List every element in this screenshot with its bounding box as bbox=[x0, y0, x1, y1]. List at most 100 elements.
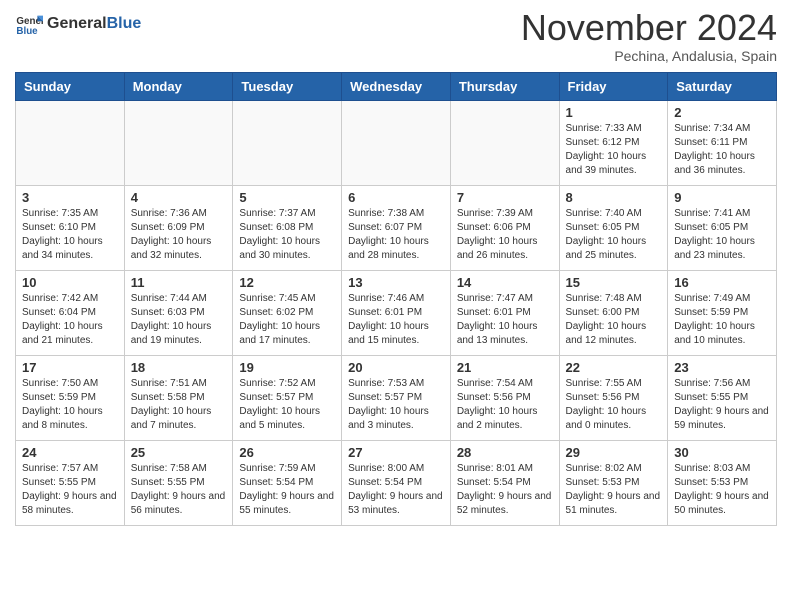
day-info: Sunrise: 7:34 AM Sunset: 6:11 PM Dayligh… bbox=[674, 122, 770, 178]
calendar-cell bbox=[342, 101, 451, 186]
day-info: Sunrise: 7:44 AM Sunset: 6:03 PM Dayligh… bbox=[131, 292, 227, 348]
calendar-cell: 27 Sunrise: 8:00 AM Sunset: 5:54 PM Dayli… bbox=[342, 441, 451, 526]
day-number: 30 bbox=[674, 445, 770, 460]
logo-blue: Blue bbox=[107, 15, 142, 32]
day-number: 15 bbox=[566, 275, 662, 290]
day-number: 26 bbox=[239, 445, 335, 460]
day-number: 5 bbox=[239, 190, 335, 205]
day-info: Sunrise: 7:53 AM Sunset: 5:57 PM Dayligh… bbox=[348, 377, 444, 433]
calendar-header-row: Sunday Monday Tuesday Wednesday Thursday… bbox=[16, 73, 777, 101]
calendar-cell: 25Sunrise: 7:58 AM Sunset: 5:55 PM Dayli… bbox=[124, 441, 233, 526]
day-info: Sunrise: 7:51 AM Sunset: 5:58 PM Dayligh… bbox=[131, 377, 227, 433]
day-info: Sunrise: 7:48 AM Sunset: 6:00 PM Dayligh… bbox=[566, 292, 662, 348]
day-number: 6 bbox=[348, 190, 444, 205]
day-number: 20 bbox=[348, 360, 444, 375]
calendar-cell: 3 Sunrise: 7:35 AM Sunset: 6:10 PM Daylig… bbox=[16, 186, 125, 271]
day-number: 10 bbox=[22, 275, 118, 290]
day-info: Sunrise: 8:02 AM Sunset: 5:53 PM Dayligh… bbox=[566, 462, 662, 518]
calendar-cell: 8 Sunrise: 7:40 AM Sunset: 6:05 PM Daylig… bbox=[559, 186, 668, 271]
calendar-cell: 15 Sunrise: 7:48 AM Sunset: 6:00 PM Dayli… bbox=[559, 271, 668, 356]
calendar-cell: 6 Sunrise: 7:38 AM Sunset: 6:07 PM Daylig… bbox=[342, 186, 451, 271]
day-number: 16 bbox=[674, 275, 770, 290]
calendar-cell: 5Sunrise: 7:37 AM Sunset: 6:08 PM Daylig… bbox=[233, 186, 342, 271]
day-info: Sunrise: 7:57 AM Sunset: 5:55 PM Dayligh… bbox=[22, 462, 118, 518]
day-info: Sunrise: 8:01 AM Sunset: 5:54 PM Dayligh… bbox=[457, 462, 553, 518]
calendar-cell: 20 Sunrise: 7:53 AM Sunset: 5:57 PM Dayli… bbox=[342, 356, 451, 441]
day-number: 29 bbox=[566, 445, 662, 460]
calendar-cell: 28 Sunrise: 8:01 AM Sunset: 5:54 PM Dayli… bbox=[450, 441, 559, 526]
day-info: Sunrise: 7:40 AM Sunset: 6:05 PM Dayligh… bbox=[566, 207, 662, 263]
day-info: Sunrise: 8:03 AM Sunset: 5:53 PM Dayligh… bbox=[674, 462, 770, 518]
calendar-cell: 13 Sunrise: 7:46 AM Sunset: 6:01 PM Dayli… bbox=[342, 271, 451, 356]
calendar-cell bbox=[124, 101, 233, 186]
calendar-cell: 11 Sunrise: 7:44 AM Sunset: 6:03 PM Dayli… bbox=[124, 271, 233, 356]
logo-icon: General Blue bbox=[15, 10, 43, 38]
week-row-1: 1Sunrise: 7:33 AM Sunset: 6:12 PM Daylig… bbox=[16, 101, 777, 186]
col-wednesday: Wednesday bbox=[342, 73, 451, 101]
calendar-cell: 1Sunrise: 7:33 AM Sunset: 6:12 PM Daylig… bbox=[559, 101, 668, 186]
col-thursday: Thursday bbox=[450, 73, 559, 101]
day-info: Sunrise: 7:42 AM Sunset: 6:04 PM Dayligh… bbox=[22, 292, 118, 348]
calendar-cell: 24 Sunrise: 7:57 AM Sunset: 5:55 PM Dayli… bbox=[16, 441, 125, 526]
calendar-cell: 30 Sunrise: 8:03 AM Sunset: 5:53 PM Dayli… bbox=[668, 441, 777, 526]
day-info: Sunrise: 7:33 AM Sunset: 6:12 PM Dayligh… bbox=[566, 122, 662, 178]
day-info: Sunrise: 7:46 AM Sunset: 6:01 PM Dayligh… bbox=[348, 292, 444, 348]
day-number: 9 bbox=[674, 190, 770, 205]
day-info: Sunrise: 7:50 AM Sunset: 5:59 PM Dayligh… bbox=[22, 377, 118, 433]
day-number: 3 bbox=[22, 190, 118, 205]
title-block: November 2024 Pechina, Andalusia, Spain bbox=[521, 10, 777, 64]
calendar-cell: 19Sunrise: 7:52 AM Sunset: 5:57 PM Dayli… bbox=[233, 356, 342, 441]
day-number: 11 bbox=[131, 275, 227, 290]
day-info: Sunrise: 7:47 AM Sunset: 6:01 PM Dayligh… bbox=[457, 292, 553, 348]
day-number: 8 bbox=[566, 190, 662, 205]
day-info: Sunrise: 7:36 AM Sunset: 6:09 PM Dayligh… bbox=[131, 207, 227, 263]
day-number: 13 bbox=[348, 275, 444, 290]
day-number: 17 bbox=[22, 360, 118, 375]
calendar-cell: 10 Sunrise: 7:42 AM Sunset: 6:04 PM Dayli… bbox=[16, 271, 125, 356]
day-number: 27 bbox=[348, 445, 444, 460]
day-number: 12 bbox=[239, 275, 335, 290]
calendar-cell: 12 Sunrise: 7:45 AM Sunset: 6:02 PM Dayli… bbox=[233, 271, 342, 356]
day-number: 7 bbox=[457, 190, 553, 205]
day-number: 22 bbox=[566, 360, 662, 375]
svg-text:Blue: Blue bbox=[16, 26, 38, 37]
col-sunday: Sunday bbox=[16, 73, 125, 101]
week-row-4: 17 Sunrise: 7:50 AM Sunset: 5:59 PM Dayli… bbox=[16, 356, 777, 441]
day-number: 23 bbox=[674, 360, 770, 375]
day-info: Sunrise: 7:41 AM Sunset: 6:05 PM Dayligh… bbox=[674, 207, 770, 263]
day-number: 4 bbox=[131, 190, 227, 205]
week-row-2: 3 Sunrise: 7:35 AM Sunset: 6:10 PM Daylig… bbox=[16, 186, 777, 271]
day-info: Sunrise: 7:59 AM Sunset: 5:54 PM Dayligh… bbox=[239, 462, 335, 518]
day-info: Sunrise: 7:56 AM Sunset: 5:55 PM Dayligh… bbox=[674, 377, 770, 433]
day-number: 19 bbox=[239, 360, 335, 375]
day-number: 21 bbox=[457, 360, 553, 375]
day-info: Sunrise: 7:39 AM Sunset: 6:06 PM Dayligh… bbox=[457, 207, 553, 263]
calendar-cell bbox=[450, 101, 559, 186]
day-info: Sunrise: 7:38 AM Sunset: 6:07 PM Dayligh… bbox=[348, 207, 444, 263]
day-info: Sunrise: 7:49 AM Sunset: 5:59 PM Dayligh… bbox=[674, 292, 770, 348]
calendar-cell: 17 Sunrise: 7:50 AM Sunset: 5:59 PM Dayli… bbox=[16, 356, 125, 441]
week-row-3: 10 Sunrise: 7:42 AM Sunset: 6:04 PM Dayli… bbox=[16, 271, 777, 356]
calendar-cell: 7 Sunrise: 7:39 AM Sunset: 6:06 PM Daylig… bbox=[450, 186, 559, 271]
day-number: 2 bbox=[674, 105, 770, 120]
logo-text-block: GeneralBlue bbox=[47, 15, 141, 33]
calendar-page: General Blue GeneralBlue November 2024 P… bbox=[0, 0, 792, 612]
day-info: Sunrise: 7:35 AM Sunset: 6:10 PM Dayligh… bbox=[22, 207, 118, 263]
day-info: Sunrise: 7:55 AM Sunset: 5:56 PM Dayligh… bbox=[566, 377, 662, 433]
day-number: 25 bbox=[131, 445, 227, 460]
calendar-table: Sunday Monday Tuesday Wednesday Thursday… bbox=[15, 72, 777, 526]
calendar-cell: 26 Sunrise: 7:59 AM Sunset: 5:54 PM Dayli… bbox=[233, 441, 342, 526]
calendar-cell: 2 Sunrise: 7:34 AM Sunset: 6:11 PM Daylig… bbox=[668, 101, 777, 186]
day-number: 28 bbox=[457, 445, 553, 460]
calendar-cell: 9 Sunrise: 7:41 AM Sunset: 6:05 PM Daylig… bbox=[668, 186, 777, 271]
day-info: Sunrise: 7:45 AM Sunset: 6:02 PM Dayligh… bbox=[239, 292, 335, 348]
col-saturday: Saturday bbox=[668, 73, 777, 101]
col-monday: Monday bbox=[124, 73, 233, 101]
day-info: Sunrise: 8:00 AM Sunset: 5:54 PM Dayligh… bbox=[348, 462, 444, 518]
calendar-cell: 29 Sunrise: 8:02 AM Sunset: 5:53 PM Dayli… bbox=[559, 441, 668, 526]
header: General Blue GeneralBlue November 2024 P… bbox=[15, 10, 777, 64]
calendar-cell: 18Sunrise: 7:51 AM Sunset: 5:58 PM Dayli… bbox=[124, 356, 233, 441]
day-number: 24 bbox=[22, 445, 118, 460]
calendar-cell: 14Sunrise: 7:47 AM Sunset: 6:01 PM Dayli… bbox=[450, 271, 559, 356]
col-tuesday: Tuesday bbox=[233, 73, 342, 101]
